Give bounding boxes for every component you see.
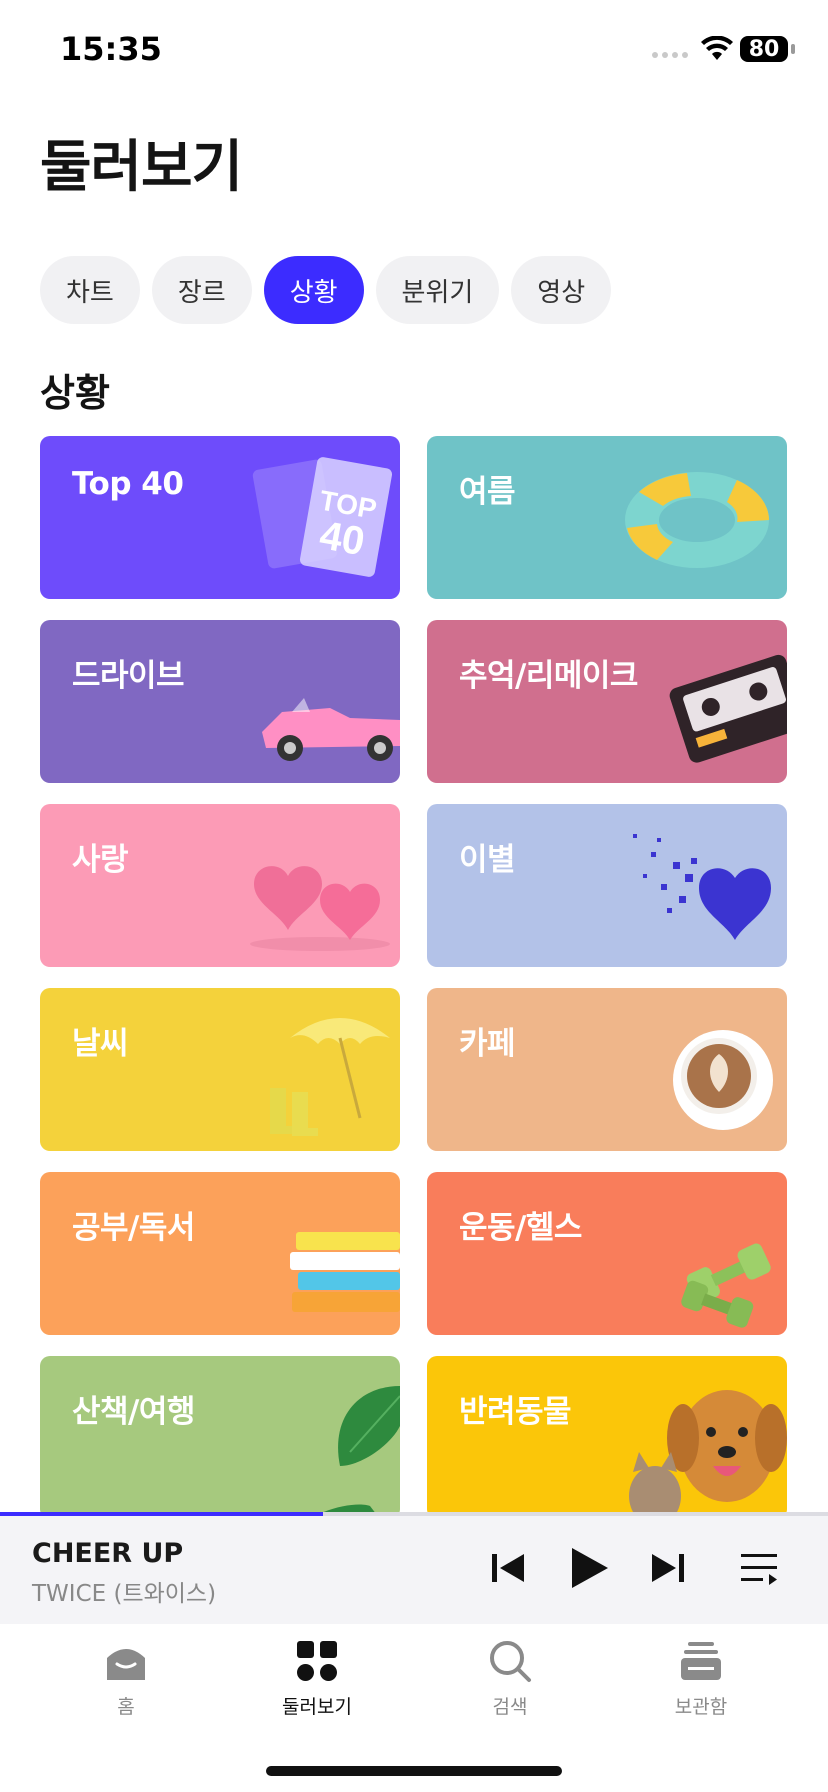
two-hearts-icon <box>250 866 390 951</box>
playlist-button[interactable] <box>730 1538 790 1598</box>
card-label: 사랑 <box>72 842 129 878</box>
swim-ring-icon <box>625 472 770 568</box>
battery-cap <box>791 44 795 54</box>
search-icon <box>490 1641 531 1682</box>
convertible-car-icon <box>262 698 400 761</box>
nav-label: 홈 <box>117 1696 135 1718</box>
playlist-queue-icon <box>741 1554 777 1585</box>
svg-text:40: 40 <box>316 513 367 564</box>
skip-next-icon <box>652 1554 684 1582</box>
browse-grid-icon <box>297 1641 337 1681</box>
page-title: 둘러보기 <box>40 135 243 200</box>
card-label: 카페 <box>459 1026 516 1062</box>
cellular-signal-icon <box>652 52 688 58</box>
battery-level: 80 <box>740 36 788 62</box>
previous-button[interactable] <box>478 1538 538 1598</box>
card-weather[interactable]: 날씨 <box>40 988 400 1151</box>
card-label: 공부/독서 <box>72 1210 195 1246</box>
dumbbells-icon <box>681 1243 771 1328</box>
card-label: 드라이브 <box>72 658 185 694</box>
card-summer[interactable]: 여름 <box>427 436 787 599</box>
nav-browse[interactable]: 둘러보기 <box>257 1638 377 1738</box>
umbrella-boots-icon <box>270 1018 390 1136</box>
card-drive[interactable]: 드라이브 <box>40 620 400 783</box>
situation-grid: TOP 40 Top 40 여름 드라이브 추억/리메이크 사랑 이별 날씨 카… <box>0 430 828 1512</box>
tab-genre[interactable]: 장르 <box>151 256 252 324</box>
card-breakup[interactable]: 이별 <box>427 804 787 967</box>
home-icon <box>107 1649 145 1680</box>
track-artist: TWICE (트와이스) <box>32 1581 217 1607</box>
card-walk-travel[interactable]: 산책/여행 <box>40 1356 400 1512</box>
shattering-heart-icon <box>633 834 771 940</box>
card-label: 산책/여행 <box>72 1394 195 1430</box>
status-bar: 15:35 80 <box>0 0 828 100</box>
skip-previous-icon <box>492 1554 524 1582</box>
tab-situation[interactable]: 상황 <box>263 256 364 324</box>
cassette-tape-icon <box>669 654 787 763</box>
card-cafe[interactable]: 카페 <box>427 988 787 1151</box>
nav-label: 보관함 <box>674 1696 728 1718</box>
play-button[interactable] <box>558 1538 618 1598</box>
card-pets[interactable]: 반려동물 <box>427 1356 787 1512</box>
dog-cat-icon <box>629 1390 787 1512</box>
nav-label: 검색 <box>492 1696 528 1718</box>
latte-cup-icon <box>673 1030 773 1130</box>
category-tabs: 차트 장르 상황 분위기 영상 <box>40 256 612 324</box>
card-label: 이별 <box>459 842 516 878</box>
card-top40[interactable]: TOP 40 Top 40 <box>40 436 400 599</box>
home-indicator <box>266 1766 562 1776</box>
card-love[interactable]: 사랑 <box>40 804 400 967</box>
card-label: 날씨 <box>72 1026 129 1062</box>
library-icon <box>681 1642 721 1680</box>
card-label: 여름 <box>459 474 516 510</box>
tab-video[interactable]: 영상 <box>511 256 612 324</box>
monstera-leaf-icon <box>323 1386 400 1512</box>
nav-library[interactable]: 보관함 <box>641 1638 761 1738</box>
tab-mood[interactable]: 분위기 <box>375 256 500 324</box>
track-title: CHEER UP <box>32 1538 184 1569</box>
play-icon <box>572 1548 608 1588</box>
card-label: 추억/리메이크 <box>459 658 638 694</box>
wifi-icon <box>701 36 733 60</box>
card-exercise-fitness[interactable]: 운동/헬스 <box>427 1172 787 1335</box>
card-label: 운동/헬스 <box>459 1210 582 1246</box>
top40-badge-icon: TOP 40 <box>252 457 393 577</box>
status-time: 15:35 <box>60 30 162 68</box>
next-button[interactable] <box>638 1538 698 1598</box>
card-label: Top 40 <box>72 466 184 502</box>
nav-home[interactable]: 홈 <box>66 1638 186 1738</box>
tab-chart[interactable]: 차트 <box>40 256 140 324</box>
card-label: 반려동물 <box>459 1394 572 1430</box>
nav-label: 둘러보기 <box>282 1696 352 1718</box>
card-study-reading[interactable]: 공부/독서 <box>40 1172 400 1335</box>
book-stack-icon <box>290 1232 400 1312</box>
mini-player[interactable]: CHEER UP TWICE (트와이스) <box>0 1516 828 1624</box>
nav-search[interactable]: 검색 <box>450 1638 570 1738</box>
section-title: 상황 <box>40 371 110 415</box>
card-nostalgia-remake[interactable]: 추억/리메이크 <box>427 620 787 783</box>
